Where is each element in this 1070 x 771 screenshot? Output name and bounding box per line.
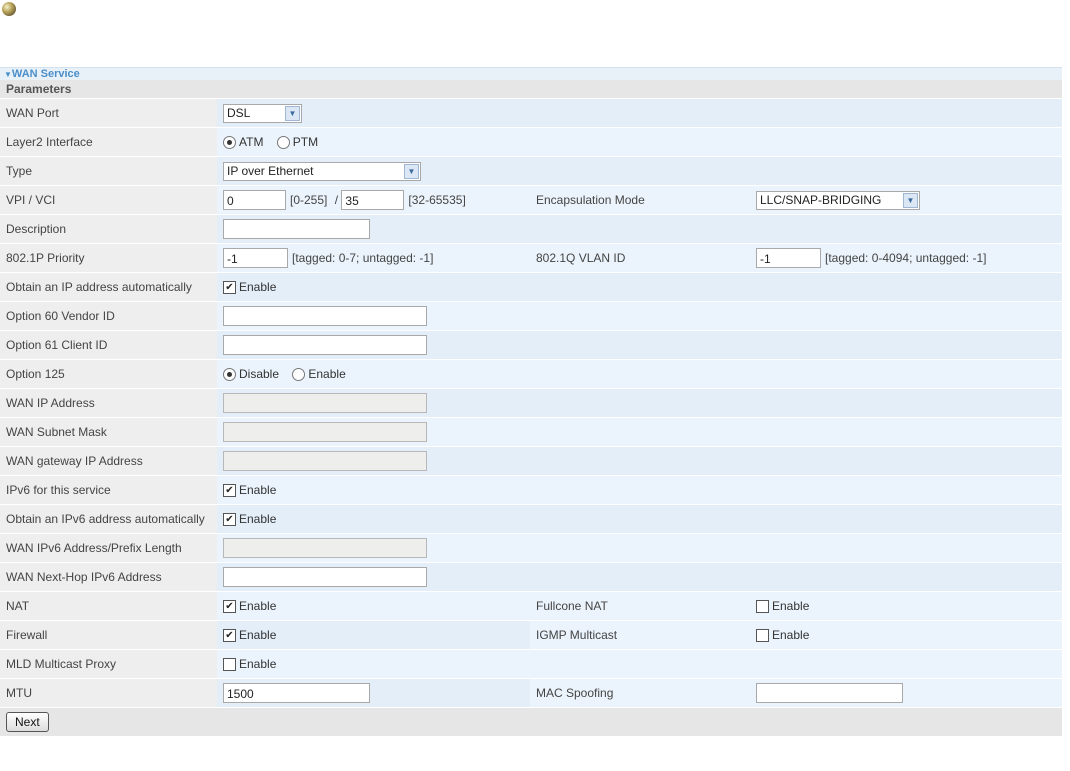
type-select[interactable]: IP over Ethernet ▼ xyxy=(223,161,421,181)
firewall-checkbox[interactable]: ✔ xyxy=(223,628,236,642)
bullet-icon xyxy=(2,2,16,16)
mac-input[interactable] xyxy=(756,683,903,703)
description-label: Description xyxy=(0,214,217,244)
igmp-label: IGMP Multicast xyxy=(530,620,750,650)
ipv6-service-label: IPv6 for this service xyxy=(0,475,217,505)
priority-input[interactable]: -1 xyxy=(223,248,288,268)
mtu-input[interactable]: 1500 xyxy=(223,683,370,703)
ipv6-nexthop-input[interactable] xyxy=(223,567,427,587)
wan-mask-label: WAN Subnet Mask xyxy=(0,417,217,447)
mtu-label: MTU xyxy=(0,678,217,708)
ipv6-service-checkbox[interactable]: ✔ xyxy=(223,483,236,497)
fullcone-label: Fullcone NAT xyxy=(530,591,750,621)
opt61-input[interactable] xyxy=(223,335,427,355)
mld-label: MLD Multicast Proxy xyxy=(0,649,217,679)
obtain-ipv6-checkbox[interactable]: ✔ xyxy=(223,512,236,526)
opt61-label: Option 61 Client ID xyxy=(0,330,217,360)
wan-gw-label: WAN gateway IP Address xyxy=(0,446,217,476)
fullcone-checkbox[interactable] xyxy=(756,599,769,613)
vlan-input[interactable]: -1 xyxy=(756,248,821,268)
ipv6-nexthop-label: WAN Next-Hop IPv6 Address xyxy=(0,562,217,592)
mac-label: MAC Spoofing xyxy=(530,678,750,708)
chevron-down-icon: ▼ xyxy=(285,105,300,121)
opt125-enable-radio[interactable] xyxy=(292,367,306,381)
layer2-label: Layer2 Interface xyxy=(0,127,217,157)
description-input[interactable] xyxy=(223,219,370,239)
obtain-ipv6-label: Obtain an IPv6 address automatically xyxy=(0,504,217,534)
layer2-atm-radio[interactable] xyxy=(223,135,236,149)
firewall-label: Firewall xyxy=(0,620,217,650)
section-header[interactable]: ▼WAN Service xyxy=(0,67,1062,80)
nat-checkbox[interactable]: ✔ xyxy=(223,599,236,613)
vci-hint: [32-65535] xyxy=(408,193,466,207)
opt125-label: Option 125 xyxy=(0,359,217,389)
layer2-ptm-radio[interactable] xyxy=(276,135,290,149)
next-button[interactable]: Next xyxy=(6,712,49,732)
wan-ip-label: WAN IP Address xyxy=(0,388,217,418)
vpi-input[interactable]: 0 xyxy=(223,190,286,210)
mld-checkbox[interactable] xyxy=(223,657,236,671)
wan-gw-input[interactable] xyxy=(223,451,427,471)
vlan-label: 802.1Q VLAN ID xyxy=(530,243,750,273)
parameters-title: Parameters xyxy=(0,80,1063,99)
vci-input[interactable]: 35 xyxy=(341,190,405,210)
vlan-hint: [tagged: 0-4094; untagged: -1] xyxy=(825,251,987,265)
wan-mask-input[interactable] xyxy=(223,422,427,442)
parameters-table: Parameters WAN Port DSL ▼ Layer2 Interfac… xyxy=(0,80,1063,737)
priority-hint: [tagged: 0-7; untagged: -1] xyxy=(292,251,434,265)
ipv6-prefix-input[interactable] xyxy=(223,538,427,558)
section-title: WAN Service xyxy=(11,68,80,80)
vpi-hint: [0-255] xyxy=(290,193,328,207)
collapse-triangle-icon: ▼ xyxy=(4,70,12,79)
wan-port-select[interactable]: DSL ▼ xyxy=(223,103,302,123)
opt125-disable-radio[interactable] xyxy=(223,367,236,381)
wan-ip-input[interactable] xyxy=(223,393,427,413)
type-label: Type xyxy=(0,156,217,186)
encap-select[interactable]: LLC/SNAP-BRIDGING ▼ xyxy=(756,190,920,210)
chevron-down-icon: ▼ xyxy=(903,192,918,208)
priority-label: 802.1P Priority xyxy=(0,243,217,273)
vpi-vci-label: VPI / VCI xyxy=(0,185,217,215)
opt60-label: Option 60 Vendor ID xyxy=(0,301,217,331)
encap-label: Encapsulation Mode xyxy=(530,185,750,215)
ipv6-prefix-label: WAN IPv6 Address/Prefix Length xyxy=(0,533,217,563)
chevron-down-icon: ▼ xyxy=(404,163,419,179)
nat-label: NAT xyxy=(0,591,217,621)
igmp-checkbox[interactable] xyxy=(756,628,769,642)
obtain-ip-checkbox[interactable]: ✔ xyxy=(223,280,236,294)
wan-port-label: WAN Port xyxy=(0,98,217,128)
opt60-input[interactable] xyxy=(223,306,427,326)
obtain-ip-label: Obtain an IP address automatically xyxy=(0,272,217,302)
wan-service-panel: ▼WAN Service Parameters WAN Port DSL ▼ La… xyxy=(0,67,1063,771)
